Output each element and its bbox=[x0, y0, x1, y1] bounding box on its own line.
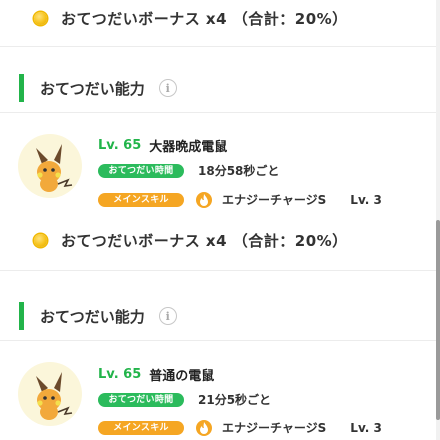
pokemon-name: 大器晩成電鼠 bbox=[149, 140, 228, 155]
pokemon-title-line: Lv. 65 大器晩成電鼠 bbox=[98, 136, 227, 155]
pokemon-title-line: Lv. 65 普通の電鼠 bbox=[98, 365, 214, 384]
main-skill-line: メインスキル エナジーチャージS Lv. 3 bbox=[98, 191, 382, 208]
skill-level: Lv. 3 bbox=[350, 192, 382, 207]
section-accent-bar bbox=[19, 74, 24, 102]
divider bbox=[0, 270, 440, 271]
raichu-icon bbox=[36, 144, 73, 192]
skill-level: Lv. 3 bbox=[350, 420, 382, 435]
main-skill-line: メインスキル エナジーチャージS Lv. 3 bbox=[98, 419, 382, 436]
help-time-value: 18分58秒ごと bbox=[198, 164, 280, 178]
section-title: おてつだい能力 bbox=[40, 79, 145, 98]
help-bonus-text: おてつだいボーナス x4 （合計：20%） bbox=[61, 9, 348, 28]
help-time-line: おてつだい時間 18分58秒ごと bbox=[98, 162, 279, 179]
help-bonus-row: おてつだいボーナス x4 （合計：20%） bbox=[0, 222, 440, 258]
help-bonus-row: おてつだいボーナス x4 （合計：20%） bbox=[0, 0, 440, 36]
divider bbox=[0, 112, 440, 113]
main-skill-badge: メインスキル bbox=[98, 420, 184, 435]
divider bbox=[0, 46, 440, 47]
help-time-badge: おてつだい時間 bbox=[98, 392, 184, 407]
help-time-line: おてつだい時間 21分5秒ごと bbox=[98, 391, 271, 408]
info-icon[interactable]: i bbox=[158, 307, 177, 325]
pokemon-level: Lv. 65 bbox=[98, 138, 142, 153]
section-header: おてつだい能力 i bbox=[0, 68, 440, 108]
skill-name: エナジーチャージS bbox=[222, 193, 327, 207]
pokemon-avatar bbox=[18, 134, 82, 198]
help-time-badge: おてつだい時間 bbox=[98, 163, 184, 178]
pokemon-avatar bbox=[18, 362, 82, 426]
pokemon-level: Lv. 65 bbox=[98, 367, 142, 382]
help-bonus-text: おてつだいボーナス x4 （合計：20%） bbox=[61, 231, 348, 250]
skill-name: エナジーチャージS bbox=[222, 421, 327, 435]
main-skill-badge: メインスキル bbox=[98, 192, 184, 207]
section-title: おてつだい能力 bbox=[40, 307, 145, 326]
help-time-value: 21分5秒ごと bbox=[198, 393, 272, 407]
pokemon-name: 普通の電鼠 bbox=[149, 369, 215, 384]
scrollbar-thumb[interactable] bbox=[436, 220, 440, 420]
section-header: おてつだい能力 i bbox=[0, 296, 440, 336]
coin-icon bbox=[34, 11, 47, 25]
section-accent-bar bbox=[19, 302, 24, 330]
flame-icon bbox=[196, 191, 212, 208]
info-icon[interactable]: i bbox=[158, 79, 177, 97]
raichu-icon bbox=[36, 372, 73, 420]
flame-icon bbox=[196, 419, 212, 436]
divider bbox=[0, 340, 440, 341]
coin-icon bbox=[34, 233, 47, 247]
